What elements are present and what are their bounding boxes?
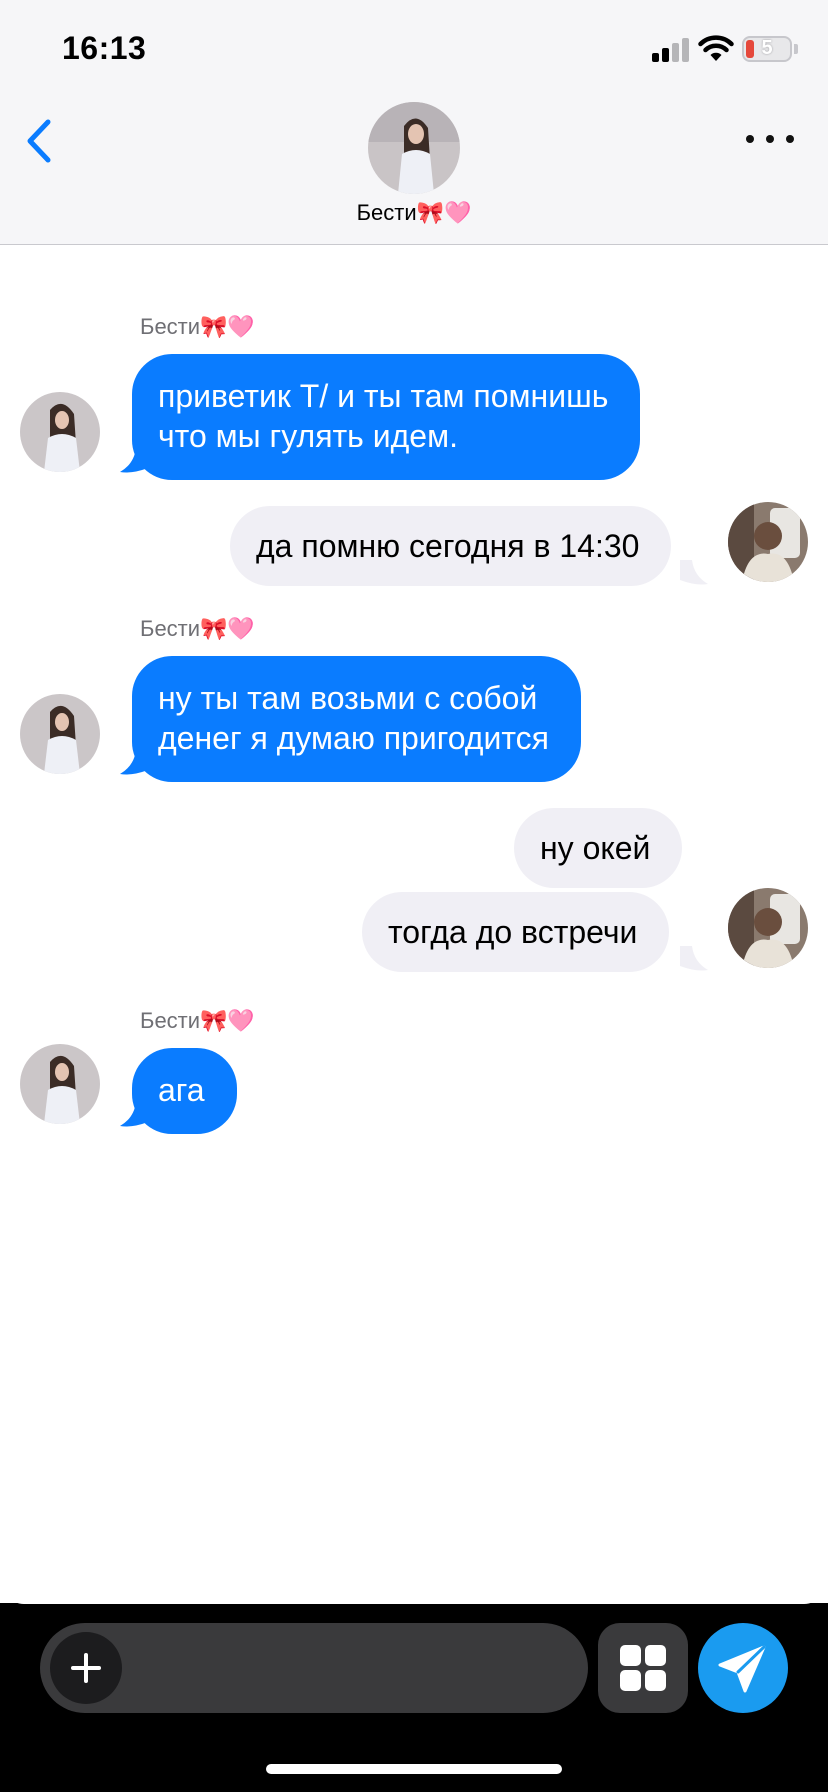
apps-button[interactable] — [598, 1623, 688, 1713]
plus-icon[interactable] — [50, 1632, 122, 1704]
message-sender-name: Бести🎀🩷 — [140, 314, 255, 339]
status-time: 16:13 — [62, 30, 147, 66]
contact-avatar[interactable] — [20, 694, 100, 774]
bubble-tail — [120, 448, 148, 473]
battery-icon: 5 — [742, 36, 792, 62]
cellular-signal-icon — [652, 38, 690, 62]
my-avatar[interactable] — [728, 888, 808, 968]
message-line: да помню сегодня в 14:30 — [256, 528, 640, 564]
my-avatar[interactable] — [728, 502, 808, 582]
message-input[interactable] — [40, 1623, 588, 1713]
contact-avatar[interactable] — [368, 102, 460, 194]
message-line: денег я думаю пригодится — [158, 720, 549, 756]
bubble-tail — [120, 750, 148, 775]
ellipsis-icon — [746, 135, 754, 143]
contact-name[interactable]: Бести🎀🩷 — [0, 200, 828, 226]
message-bubble-incoming[interactable]: приветик Т/ и ты там помнишь что мы гуля… — [132, 354, 641, 480]
chevron-left-icon — [27, 119, 51, 163]
message-sender-name: Бести🎀🩷 — [140, 1008, 255, 1033]
message-line: ага — [158, 1072, 205, 1108]
contact-avatar[interactable] — [20, 1044, 100, 1124]
contact-avatar[interactable] — [20, 392, 100, 472]
message-bubble-outgoing[interactable]: ну окей — [514, 808, 683, 888]
bubble-tail — [120, 1102, 148, 1127]
send-button[interactable] — [698, 1623, 788, 1713]
battery-level: 5 — [761, 37, 773, 59]
bubble-tail — [680, 560, 708, 585]
message-bubble-outgoing[interactable]: тогда до встречи — [362, 892, 670, 972]
chat-header: 16:13 5 Бести🎀🩷 — [0, 0, 828, 245]
message-bubble-incoming[interactable]: ну ты там возьми с собой денег я думаю п… — [132, 656, 581, 782]
wifi-icon — [698, 35, 734, 61]
message-line: ну окей — [540, 830, 651, 866]
bubble-tail — [680, 946, 708, 971]
message-line: приветик Т/ и ты там помнишь — [158, 378, 609, 414]
message-line: тогда до встречи — [388, 914, 638, 950]
back-button[interactable] — [20, 118, 60, 164]
message-sender-name: Бести🎀🩷 — [140, 616, 255, 641]
message-line: ну ты там возьми с собой — [158, 680, 538, 716]
more-options-button[interactable] — [746, 124, 794, 154]
grid-icon — [620, 1645, 641, 1666]
message-bubble-outgoing[interactable]: да помню сегодня в 14:30 — [230, 506, 672, 586]
message-line: что мы гулять идем. — [158, 418, 458, 454]
battery-cap — [794, 44, 798, 54]
paper-plane-icon — [718, 1645, 766, 1693]
home-indicator[interactable] — [266, 1764, 562, 1774]
chat-area-bottom-edge — [0, 1580, 828, 1604]
